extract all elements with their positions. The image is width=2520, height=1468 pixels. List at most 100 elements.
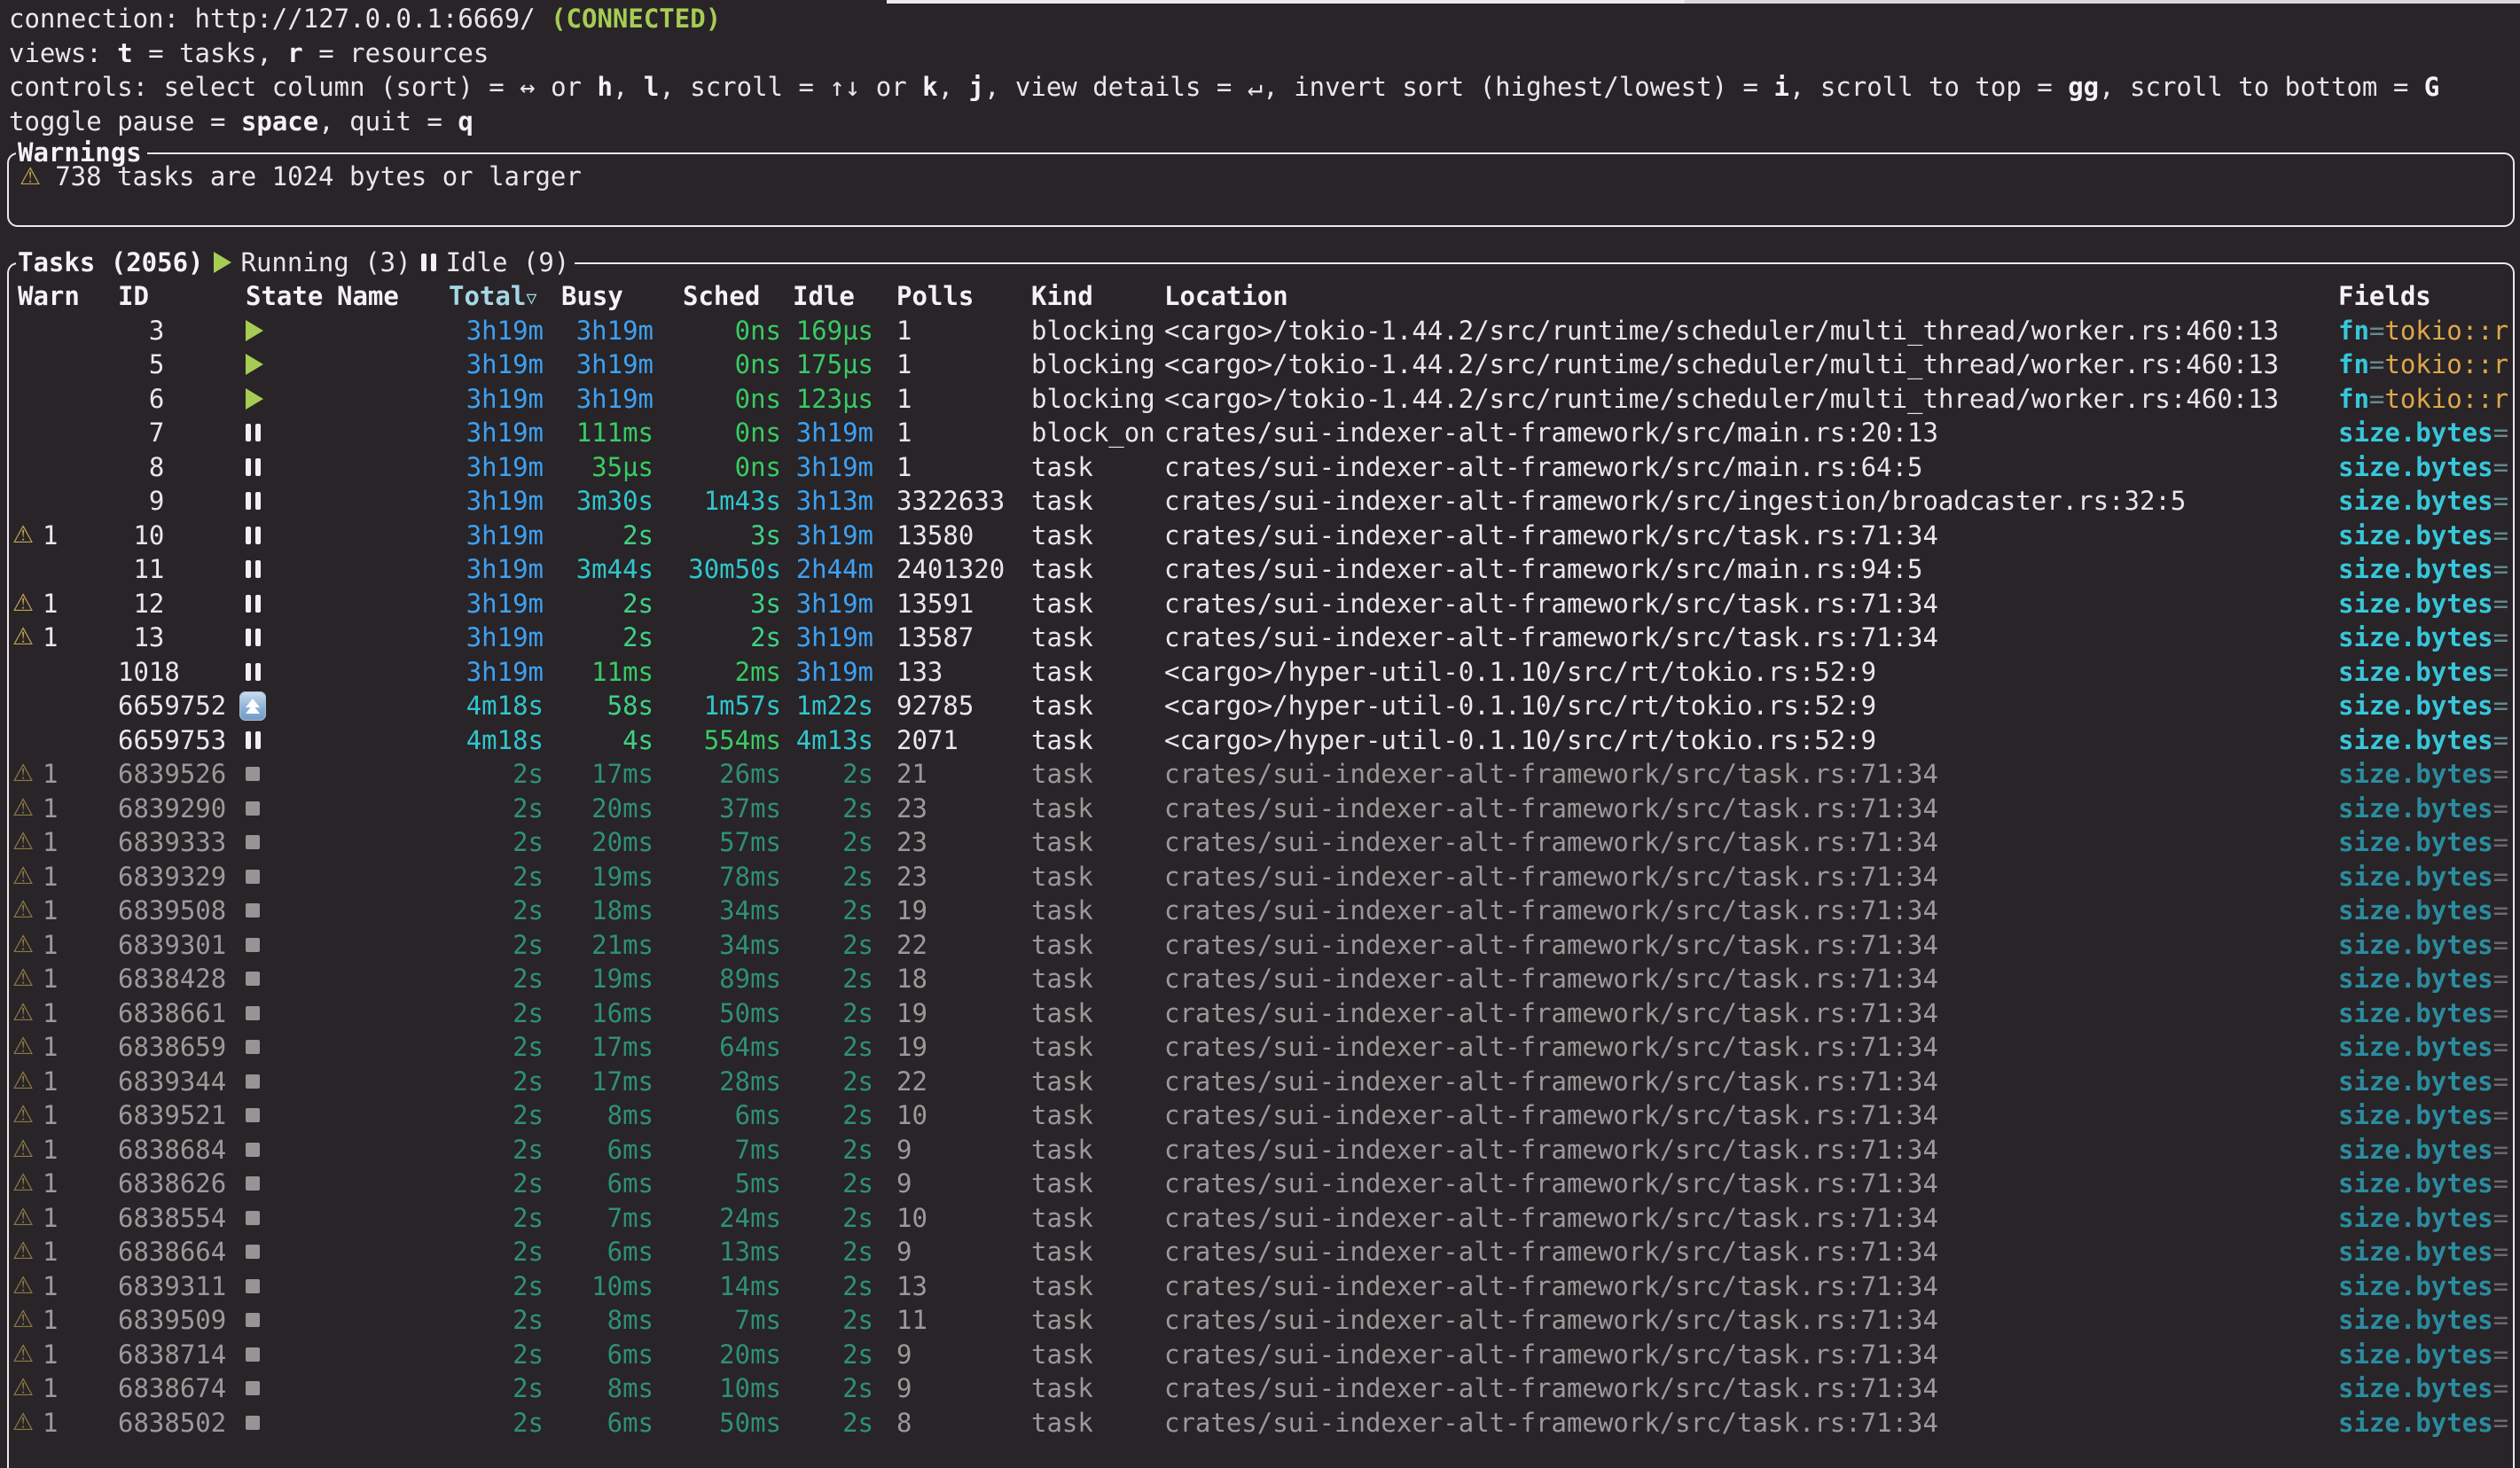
column-header-kind[interactable]: Kind (1031, 279, 1093, 314)
task-polls: 1 (896, 416, 912, 450)
task-row[interactable]: ⚠1 133h19m2s2s3h19m13587taskcrates/sui-i… (0, 621, 2520, 655)
task-row[interactable]: ⚠168386612s16ms50ms2s19taskcrates/sui-in… (0, 996, 2520, 1031)
column-header-name[interactable]: Name (337, 279, 399, 314)
column-header-id[interactable]: ID (118, 279, 149, 314)
task-total: 2s (437, 757, 544, 792)
task-row[interactable]: 83h19m35µs0ns3h19m1taskcrates/sui-indexe… (0, 450, 2520, 485)
column-header-state[interactable]: State (246, 279, 323, 314)
task-busy: 111ms (530, 416, 653, 450)
task-row[interactable]: 113h19m3m44s30m50s2h44m2401320taskcrates… (0, 552, 2520, 587)
task-row[interactable]: ⚠168386742s8ms10ms2s9taskcrates/sui-inde… (0, 1371, 2520, 1406)
task-warning-icon: ⚠ (12, 928, 34, 963)
task-id: 6838659 (118, 1030, 226, 1065)
task-idle: 2s (786, 825, 873, 860)
task-row[interactable]: 66597524m18s58s1m57s1m22s92785task<cargo… (0, 689, 2520, 723)
task-fields: size.bytes= (2338, 1201, 2508, 1236)
task-warning-icon: ⚠ (12, 587, 34, 621)
column-header-total[interactable]: Total▿ (449, 279, 536, 316)
task-kind: task (1031, 1371, 1093, 1406)
task-warning-icon: ⚠ (12, 1167, 34, 1201)
task-location: crates/sui-indexer-alt-framework/src/tas… (1164, 928, 1938, 963)
task-row[interactable]: ⚠168395082s18ms34ms2s19taskcrates/sui-in… (0, 894, 2520, 928)
task-warn-count: 1 (43, 860, 58, 894)
task-fields: size.bytes= (2338, 450, 2508, 485)
column-header-fields[interactable]: Fields (2338, 279, 2431, 314)
task-row[interactable]: ⚠168392902s20ms37ms2s23taskcrates/sui-in… (0, 792, 2520, 826)
completed-state-icon (246, 860, 260, 894)
task-row[interactable]: ⚠168395262s17ms26ms2s21taskcrates/sui-in… (0, 757, 2520, 792)
task-location: <cargo>/hyper-util-0.1.10/src/rt/tokio.r… (1164, 723, 1876, 758)
column-header-location[interactable]: Location (1164, 279, 1288, 314)
task-warn-count: 1 (43, 1201, 58, 1236)
task-polls: 10 (896, 1201, 927, 1236)
task-id: 6838714 (118, 1338, 226, 1372)
task-location: crates/sui-indexer-alt-framework/src/tas… (1164, 1338, 1938, 1372)
task-polls: 92785 (896, 689, 974, 723)
task-row[interactable]: ⚠168393012s21ms34ms2s22taskcrates/sui-in… (0, 928, 2520, 963)
task-total: 2s (437, 1406, 544, 1441)
task-sched: 2ms (658, 655, 781, 690)
column-header-warn[interactable]: Warn (18, 279, 80, 314)
task-total: 2s (437, 1371, 544, 1406)
task-row[interactable]: ⚠168393442s17ms28ms2s22taskcrates/sui-in… (0, 1065, 2520, 1099)
task-row[interactable]: 63h19m3h19m0ns123µs1blocking<cargo>/toki… (0, 382, 2520, 417)
task-row[interactable]: ⚠168386262s6ms5ms2s9taskcrates/sui-index… (0, 1167, 2520, 1201)
task-id: 6838502 (118, 1406, 226, 1441)
task-busy: 6ms (530, 1235, 653, 1269)
task-row[interactable]: ⚠168393292s19ms78ms2s23taskcrates/sui-in… (0, 860, 2520, 894)
task-row[interactable]: ⚠168385542s7ms24ms2s10taskcrates/sui-ind… (0, 1201, 2520, 1236)
task-row[interactable]: 10183h19m11ms2ms3h19m133task<cargo>/hype… (0, 655, 2520, 690)
task-location: crates/sui-indexer-alt-framework/src/tas… (1164, 1235, 1938, 1269)
task-total: 3h19m (437, 552, 544, 587)
column-header-polls[interactable]: Polls (896, 279, 974, 314)
task-total: 3h19m (437, 450, 544, 485)
task-warn-count: 1 (43, 1371, 58, 1406)
task-row[interactable]: ⚠1 103h19m2s3s3h19m13580taskcrates/sui-i… (0, 519, 2520, 553)
task-row[interactable]: ⚠168386592s17ms64ms2s19taskcrates/sui-in… (0, 1030, 2520, 1065)
running-state-icon (246, 382, 263, 417)
task-row[interactable]: ⚠168395092s8ms7ms2s11taskcrates/sui-inde… (0, 1303, 2520, 1338)
task-row[interactable]: ⚠168385022s6ms50ms2s8taskcrates/sui-inde… (0, 1406, 2520, 1441)
task-polls: 133 (896, 655, 943, 690)
column-header-sched[interactable]: Sched (683, 279, 760, 314)
task-kind: task (1031, 552, 1093, 587)
sort-descending-icon: ▿ (526, 285, 536, 310)
task-busy: 17ms (530, 1030, 653, 1065)
task-busy: 4s (530, 723, 653, 758)
task-location: crates/sui-indexer-alt-framework/src/mai… (1164, 416, 1938, 450)
idle-state-icon (246, 621, 261, 655)
task-warning-icon: ⚠ (12, 1030, 34, 1065)
task-row[interactable]: 53h19m3h19m0ns175µs1blocking<cargo>/toki… (0, 347, 2520, 382)
task-row[interactable]: ⚠168393112s10ms14ms2s13taskcrates/sui-in… (0, 1269, 2520, 1304)
task-busy: 3h19m (530, 382, 653, 417)
task-sched: 20ms (658, 1338, 781, 1372)
task-row[interactable]: ⚠168387142s6ms20ms2s9taskcrates/sui-inde… (0, 1338, 2520, 1372)
task-idle: 2s (786, 1235, 873, 1269)
task-row[interactable]: 93h19m3m30s1m43s3h13m3322633taskcrates/s… (0, 484, 2520, 519)
task-idle: 3h19m (786, 450, 873, 485)
task-row[interactable]: 73h19m111ms0ns3h19m1block_oncrates/sui-i… (0, 416, 2520, 450)
task-row[interactable]: 66597534m18s4s554ms4m13s2071task<cargo>/… (0, 723, 2520, 758)
task-row[interactable]: ⚠1 123h19m2s3s3h19m13591taskcrates/sui-i… (0, 587, 2520, 621)
task-fields: size.bytes= (2338, 825, 2508, 860)
column-header-idle[interactable]: Idle (793, 279, 855, 314)
task-row[interactable]: 33h19m3h19m0ns169µs1blocking<cargo>/toki… (0, 314, 2520, 348)
task-location: crates/sui-indexer-alt-framework/src/tas… (1164, 621, 1938, 655)
task-row[interactable]: ⚠168384282s19ms89ms2s18taskcrates/sui-in… (0, 962, 2520, 996)
task-location: crates/sui-indexer-alt-framework/src/tas… (1164, 996, 1938, 1031)
task-busy: 3h19m (530, 314, 653, 348)
task-fields: size.bytes= (2338, 1269, 2508, 1304)
task-busy: 20ms (530, 792, 653, 826)
task-row[interactable]: ⚠168386642s6ms13ms2s9taskcrates/sui-inde… (0, 1235, 2520, 1269)
task-sched: 89ms (658, 962, 781, 996)
task-fields: size.bytes= (2338, 1303, 2508, 1338)
task-id: 6659752 (118, 689, 226, 723)
task-row[interactable]: ⚠168393332s20ms57ms2s23taskcrates/sui-in… (0, 825, 2520, 860)
task-row[interactable]: ⚠168395212s8ms6ms2s10taskcrates/sui-inde… (0, 1098, 2520, 1133)
task-sched: 0ns (658, 382, 781, 417)
task-row[interactable]: ⚠168386842s6ms7ms2s9taskcrates/sui-index… (0, 1133, 2520, 1167)
task-warn-count: 1 (43, 962, 58, 996)
task-sched: 0ns (658, 347, 781, 382)
column-header-busy[interactable]: Busy (561, 279, 623, 314)
task-idle: 1m22s (786, 689, 873, 723)
